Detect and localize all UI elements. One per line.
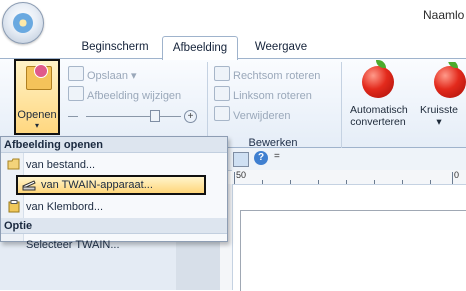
application-menu-button[interactable]: [2, 2, 44, 44]
slider-thumb[interactable]: [150, 110, 160, 122]
auto-convert-label-line1: Automatisch: [350, 104, 408, 116]
zoom-slider[interactable]: +: [66, 110, 206, 124]
clipboard-icon: [8, 200, 20, 213]
help-icon[interactable]: ?: [254, 151, 268, 165]
delete-button[interactable]: Verwijderen: [214, 106, 290, 124]
tab-afbeelding[interactable]: Afbeelding: [162, 36, 238, 60]
save-icon: [68, 66, 84, 81]
page-outline: [240, 210, 466, 291]
rotate-left-icon: [214, 86, 230, 101]
menu-item-from-clipboard[interactable]: van Klembord...: [1, 197, 227, 217]
zoom-in-icon[interactable]: +: [184, 110, 197, 123]
cross-stitch-label: Kruisste: [420, 104, 458, 116]
open-image-menu: Afbeelding openen van bestand... van TWA…: [0, 136, 228, 251]
rotate-right-label: Rechtsom roteren: [233, 70, 321, 82]
cross-stitch-icon: [434, 62, 466, 98]
tab-weergave[interactable]: Weergave: [244, 36, 318, 58]
trash-icon: [214, 106, 230, 121]
ruler-label-50: 50: [236, 170, 247, 180]
tab-beginscherm[interactable]: Beginscherm: [74, 36, 156, 58]
save-button[interactable]: Opslaan ▾: [68, 66, 137, 84]
rotate-right-button[interactable]: Rechtsom roteren: [214, 66, 320, 84]
menu-item-label: van TWAIN-apparaat...: [41, 179, 153, 191]
rotate-left-label: Linksom roteren: [233, 90, 312, 102]
menu-item-label: van bestand...: [26, 159, 96, 171]
edit-image-icon: [68, 86, 84, 101]
customize-dropdown-icon[interactable]: =: [274, 151, 280, 162]
horizontal-ruler: 50 0: [232, 170, 466, 185]
chevron-down-icon: ▾: [436, 116, 442, 128]
window-title: Naamlo: [423, 8, 465, 22]
ribbon-separator: [341, 62, 342, 148]
menu-item-from-twain[interactable]: van TWAIN-apparaat...: [16, 175, 206, 195]
cross-stitch-button[interactable]: Kruisste ▾: [412, 62, 466, 136]
chevron-down-icon: ▾: [34, 121, 39, 130]
open-image-icon: [26, 64, 52, 90]
folder-icon: [7, 158, 20, 170]
rotate-left-button[interactable]: Linksom roteren: [214, 86, 312, 104]
image-settings-icon[interactable]: [233, 152, 249, 167]
menu-item-label: Selecteer TWAIN...: [26, 239, 120, 251]
edit-image-label: Afbeelding wijzigen: [87, 90, 182, 102]
menu-item-select-twain[interactable]: Selecteer TWAIN...: [1, 221, 227, 251]
delete-label: Verwijderen: [233, 110, 291, 122]
auto-convert-label-line2: converteren: [350, 116, 406, 128]
title-bar: [0, 0, 466, 36]
scanner-icon: [22, 180, 36, 191]
ruler-label-0: 0: [454, 170, 460, 180]
apple-icon: [362, 60, 394, 98]
rotate-right-icon: [214, 66, 230, 81]
menu-header-afbeelding-openen: Afbeelding openen: [1, 137, 227, 153]
menu-item-label: van Klembord...: [26, 201, 104, 213]
menu-item-from-file[interactable]: van bestand...: [1, 155, 227, 175]
save-button-label: Opslaan ▾: [87, 70, 137, 82]
auto-convert-button[interactable]: Automatisch converteren: [350, 60, 408, 136]
open-button-label: Openen: [17, 109, 57, 121]
edit-image-button[interactable]: Afbeelding wijzigen: [68, 86, 181, 104]
app-logo-icon: [13, 13, 33, 33]
open-button[interactable]: Openen ▾: [14, 59, 60, 135]
